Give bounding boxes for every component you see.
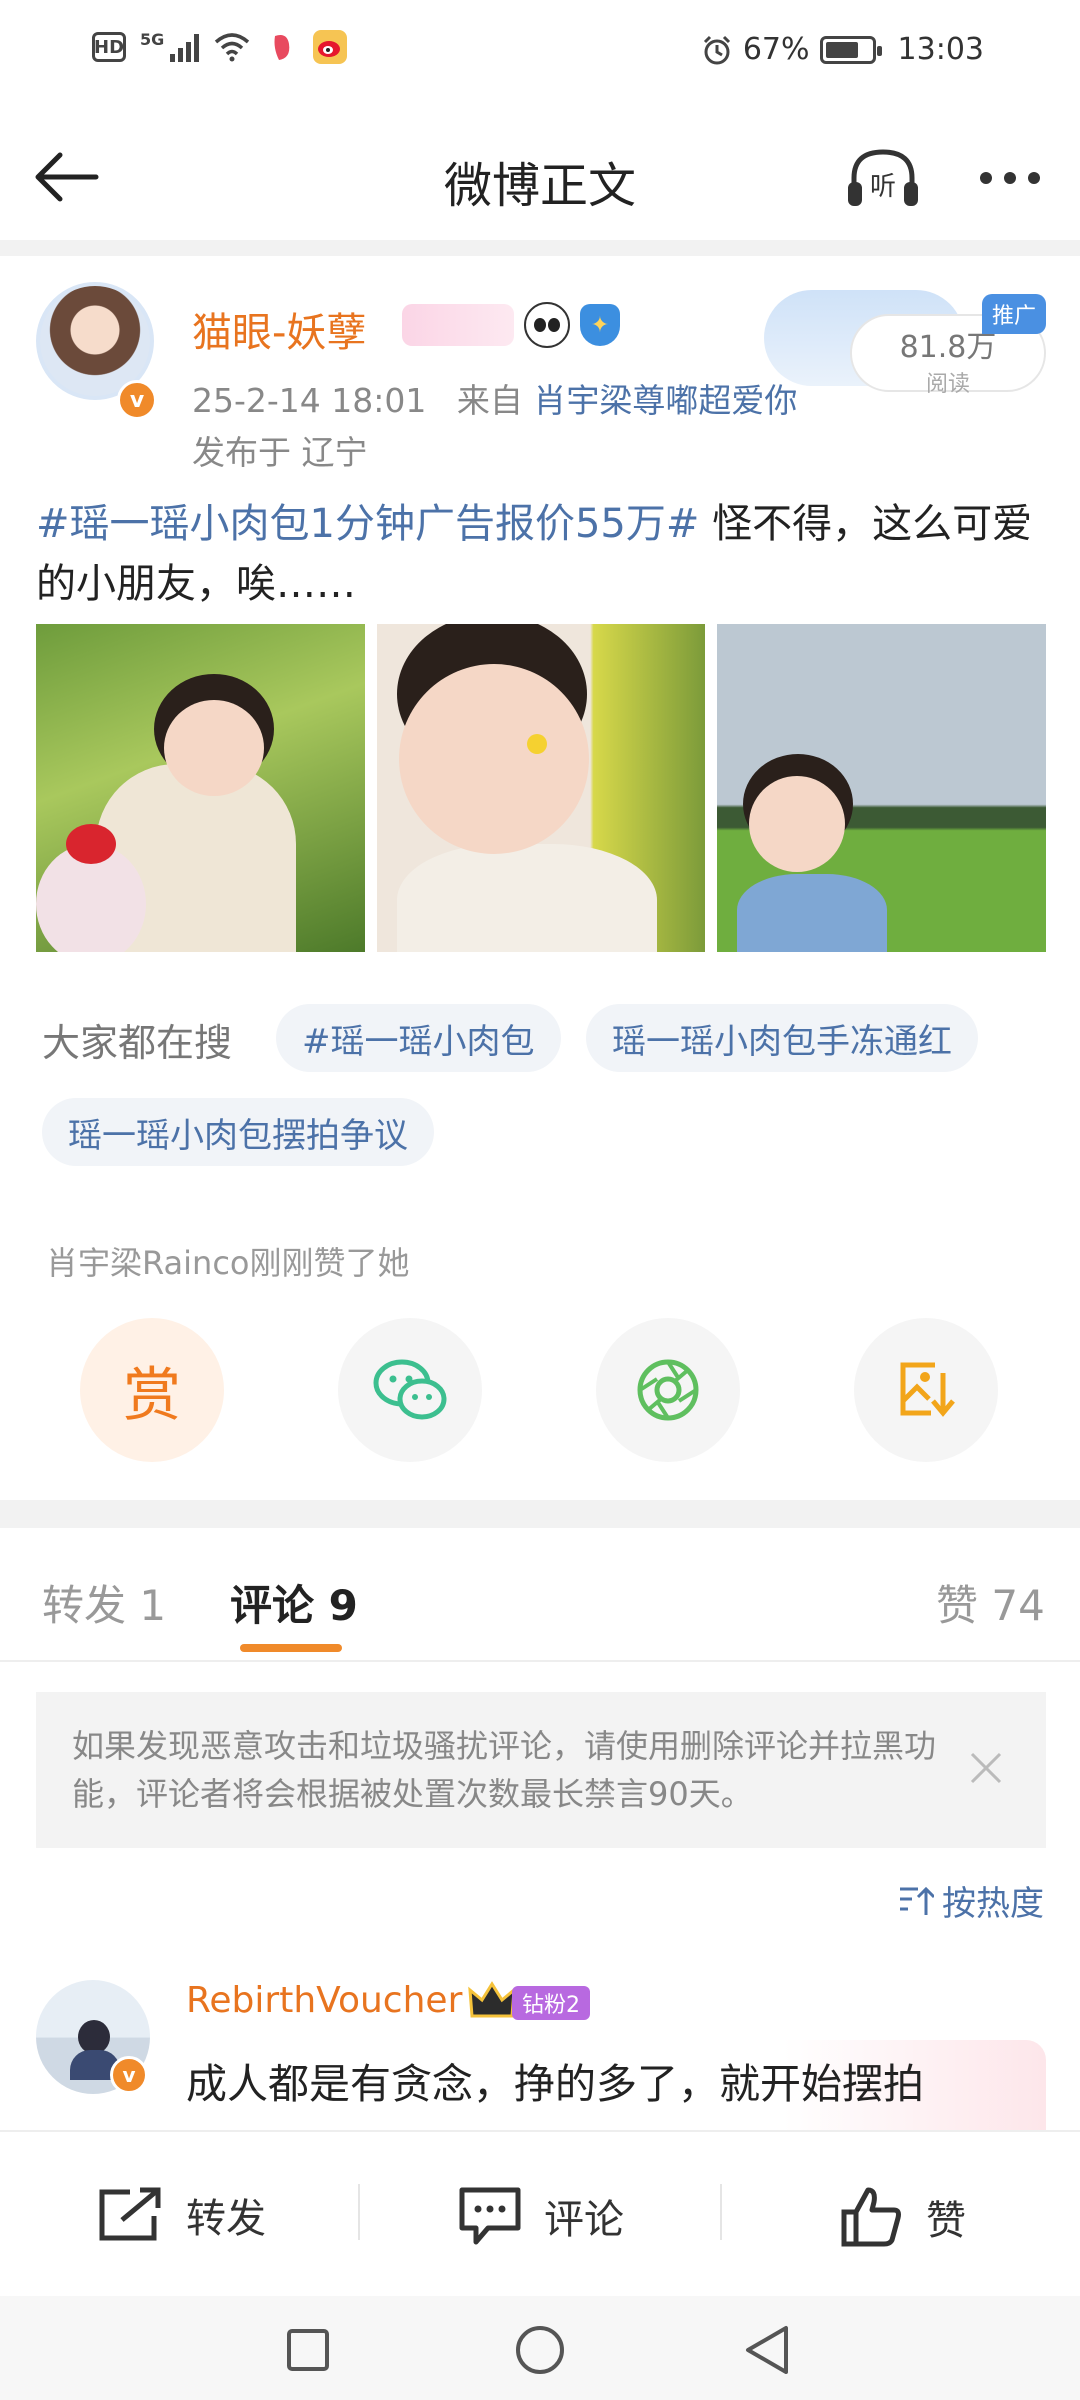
photo-2[interactable] (376, 624, 706, 952)
comment-label: 评论 (544, 2197, 624, 2243)
thumbs-up-icon (841, 2187, 901, 2247)
top-nav: 微博正文 听 (0, 110, 1080, 240)
comment-bubble[interactable]: 成人都是有贪念，挣的多了，就开始摆拍 (170, 2040, 1046, 2130)
post-meta: 25-2-14 18:01 来自 肖宇梁尊嘟超爱你 (192, 374, 797, 422)
battery-icon (819, 35, 882, 64)
weibo-notification-icon (313, 30, 348, 64)
close-icon[interactable] (966, 1748, 1006, 1788)
verified-badge-icon: v (110, 2056, 148, 2094)
photo-1[interactable] (36, 624, 365, 952)
battery-percent: 67% (742, 32, 810, 67)
sort-button[interactable]: 按热度 (898, 1876, 1044, 1925)
notice-text: 如果发现恶意攻击和垃圾骚扰评论，请使用删除评论并拉黑功能，评论者将会根据被处置次… (72, 1727, 937, 1813)
save-image-button[interactable] (854, 1318, 998, 1462)
search-chip[interactable]: 瑶一瑶小肉包摆拍争议 (42, 1098, 434, 1166)
sort-icon (900, 1886, 934, 1915)
photo-grid (36, 624, 1047, 952)
recents-icon[interactable] (286, 2328, 330, 2372)
author-badges: ✦ (402, 302, 620, 348)
sort-label: 按热度 (942, 1884, 1044, 1924)
comment-icon (459, 2187, 521, 2245)
bottom-action-bar: 转发 评论 赞 (0, 2130, 1080, 2296)
share-wechat-button[interactable] (338, 1318, 482, 1462)
separator (720, 2184, 722, 2240)
status-right: 67% 13:03 (701, 32, 984, 67)
promo-tag: 推广 (981, 294, 1046, 334)
back-icon[interactable] (744, 2324, 792, 2376)
search-chip[interactable]: 瑶一瑶小肉包手冻通红 (586, 1004, 978, 1072)
post-source[interactable]: 肖宇梁尊嘟超爱你 (533, 381, 797, 420)
section-divider (0, 1500, 1080, 1528)
source-prefix: 来自 (456, 381, 523, 420)
moments-icon (637, 1359, 699, 1421)
reward-button[interactable]: 赏 (80, 1318, 224, 1462)
crown-icon (468, 1981, 516, 2018)
status-bar: HD 5G 67% 13:03 (0, 0, 1080, 110)
reward-label: 赏 (122, 1361, 181, 1429)
alarm-icon (703, 35, 730, 64)
system-nav-bar (0, 2296, 1080, 2400)
fan-level-badge: 钻粉2 (512, 1986, 590, 2020)
share-moments-button[interactable] (596, 1318, 740, 1462)
save-image-icon (900, 1362, 955, 1417)
post-text: #瑶一瑶小肉包1分钟广告报价55万# 怪不得，这么可爱的小朋友，唉…… (36, 494, 1046, 614)
back-arrow-icon[interactable] (34, 152, 100, 202)
search-chip[interactable]: #瑶一瑶小肉包 (276, 1004, 561, 1072)
repost-label: 转发 (186, 2196, 266, 2242)
post-location: 发布于 辽宁 (192, 433, 368, 472)
tab-like[interactable]: 赞 74 (936, 1572, 1045, 1633)
wifi-icon (215, 33, 250, 62)
tab-comment[interactable]: 评论 9 (230, 1572, 358, 1633)
home-icon[interactable] (514, 2324, 566, 2376)
separator (358, 2184, 360, 2240)
repost-button[interactable]: 转发 (96, 2186, 266, 2244)
like-button[interactable]: 赞 (840, 2186, 966, 2248)
promo-read-count[interactable]: 81.8万 阅读 推广 (764, 274, 1052, 398)
wechat-icon (373, 1359, 447, 1420)
panda-badge-icon[interactable] (524, 302, 570, 348)
listen-label: 听 (870, 172, 897, 202)
comment-button[interactable]: 评论 (458, 2186, 624, 2246)
more-menu-icon[interactable] (980, 172, 1040, 184)
signal-icon (170, 32, 200, 62)
verified-badge-icon: v (117, 380, 157, 420)
topic-link[interactable]: #瑶一瑶小肉包1分钟广告报价55万# (36, 501, 699, 547)
network-type: 5G (140, 30, 165, 49)
like-label: 赞 (926, 2198, 966, 2244)
hd-icon: HD (92, 32, 126, 62)
photo-3[interactable] (717, 624, 1047, 952)
trending-search-label: 大家都在搜 (42, 1021, 233, 1065)
read-label: 阅读 (925, 372, 970, 397)
tab-repost[interactable]: 转发 1 (42, 1572, 166, 1633)
section-divider (0, 240, 1080, 256)
listen-button[interactable]: 听 (846, 146, 920, 210)
comment-notice: 如果发现恶意攻击和垃圾骚扰评论，请使用删除评论并拉黑功能，评论者将会根据被处置次… (36, 1692, 1046, 1848)
app-notification-icon (265, 30, 300, 64)
clock: 13:03 (897, 32, 984, 67)
repost-icon (99, 2187, 161, 2241)
post-time: 25-2-14 18:01 (192, 381, 427, 420)
liked-notice: 肖宇梁Rainco刚刚赞了她 (46, 1244, 410, 1282)
shield-badge-icon[interactable]: ✦ (580, 304, 620, 346)
status-left: HD 5G (92, 30, 348, 64)
member-badge-icon[interactable] (402, 304, 514, 346)
commenter-name[interactable]: RebirthVoucher (186, 1980, 462, 2021)
author-name[interactable]: 猫眼-妖孽 (192, 300, 366, 358)
comment-text: 成人都是有贪念，挣的多了，就开始摆拍 (186, 2060, 924, 2108)
tabs-divider (0, 1660, 1080, 1662)
active-tab-indicator (240, 1644, 342, 1652)
